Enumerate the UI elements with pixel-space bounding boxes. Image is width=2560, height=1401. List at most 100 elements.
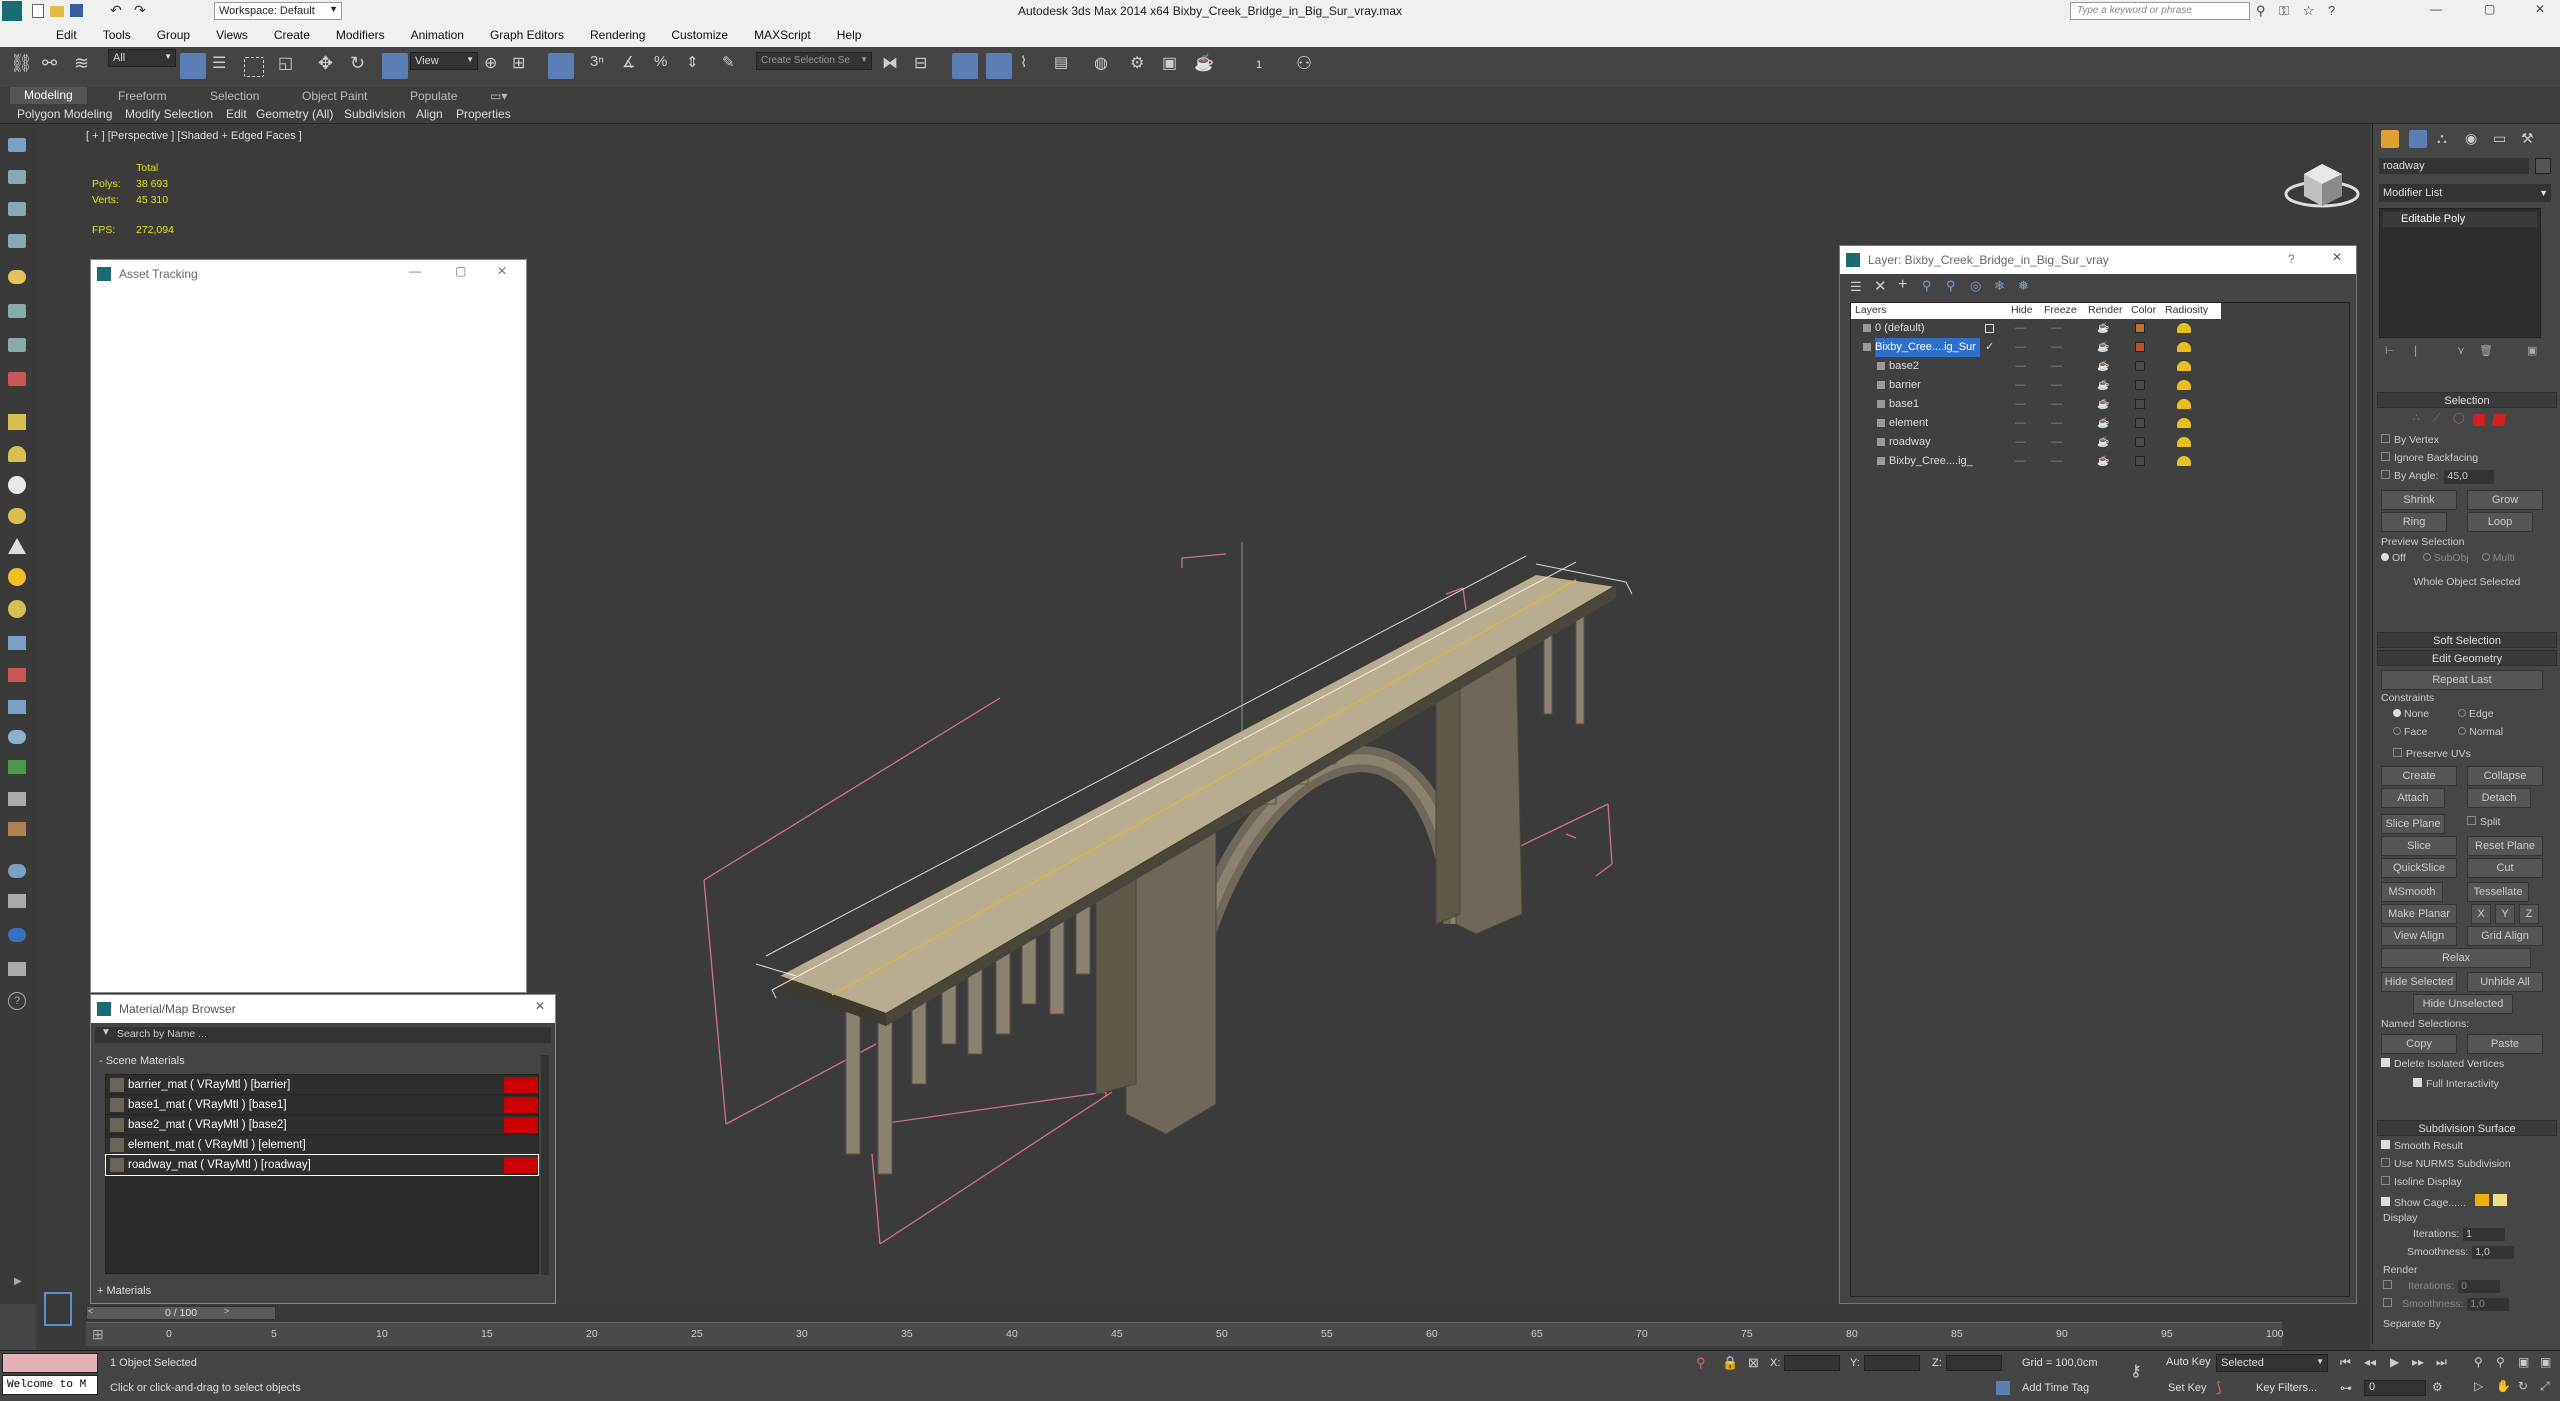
hide-toggle[interactable]: — (2015, 452, 2026, 471)
new-icon[interactable] (32, 4, 44, 18)
render-teapot-icon[interactable]: ☕ (2097, 357, 2109, 376)
tool-icon-18[interactable] (8, 700, 26, 714)
select-by-name-icon[interactable]: ☰ (212, 53, 238, 79)
radio-none[interactable] (2393, 709, 2401, 717)
material-list-item[interactable]: base2_mat ( VRayMtl ) [base2] (106, 1115, 538, 1135)
select-in-layer-icon[interactable]: ⚲ (1922, 278, 1932, 294)
object-name-field[interactable]: roadway (2379, 158, 2529, 174)
angle-snap-icon[interactable]: ∡ (622, 53, 648, 79)
selection-filter-dropdown[interactable]: All ▼ (108, 49, 176, 67)
show-end-result-icon[interactable]: ❘ (2411, 344, 2420, 357)
material-list-item[interactable]: element_mat ( VRayMtl ) [element] (106, 1135, 538, 1155)
freeze-toggle[interactable]: — (2051, 433, 2062, 452)
isolate-icon[interactable]: ⚲ (1696, 1355, 1706, 1371)
loop-button[interactable]: Loop (2467, 512, 2533, 532)
tool-icon-22[interactable] (8, 822, 26, 836)
help-circle-icon[interactable]: ? (8, 992, 26, 1010)
pyramid-icon[interactable] (8, 538, 26, 554)
percent-snap-icon[interactable]: % (654, 53, 680, 79)
vertex-icon[interactable]: ∴ (2413, 412, 2420, 424)
tool-icon-16[interactable] (8, 636, 26, 650)
key-icon[interactable]: ⚷ (2130, 1361, 2142, 1381)
col-layers[interactable]: Layers (1855, 304, 1887, 316)
delete-isolated-checkbox[interactable] (2381, 1058, 2390, 1067)
selection-rollout-title[interactable]: Selection (2377, 392, 2557, 408)
ribbon-options-icon[interactable]: ▭▾ (490, 89, 507, 103)
freeze-toggle[interactable]: — (2051, 376, 2062, 395)
active-layer-checkbox[interactable] (1985, 324, 1994, 333)
undo-icon[interactable]: ↶ (110, 2, 122, 19)
orbit-icon[interactable]: ↻ (2518, 1379, 2528, 1393)
layer-row[interactable]: element — — ☕ (1851, 414, 2221, 433)
next-frame-icon[interactable]: ▸▸ (2412, 1355, 2424, 1369)
pivot-icon[interactable]: ⊕ (484, 53, 510, 79)
snap-icon[interactable]: 3ⁿ (590, 53, 616, 79)
star-icon[interactable]: ☆ (2303, 3, 2315, 18)
render-setup-icon[interactable]: ⚙ (1130, 53, 1156, 79)
add-layer-icon[interactable]: + (1898, 276, 1907, 294)
create-tab-icon[interactable] (2381, 130, 2399, 148)
layer-name[interactable]: Bixby_Cree....ig_ (1889, 452, 1973, 471)
grow-button[interactable]: Grow (2467, 490, 2543, 510)
select-object-icon[interactable] (180, 53, 206, 79)
tube-icon[interactable] (8, 600, 26, 618)
tool-icon-17[interactable] (8, 668, 26, 682)
planar-y-button[interactable]: Y (2495, 904, 2515, 924)
tool-icon-5[interactable] (8, 270, 26, 284)
search-box[interactable]: Type a keyword or phrase (2070, 2, 2250, 20)
edit-named-sel-icon[interactable]: ✎ (722, 53, 748, 79)
time-slider[interactable]: 0 / 100 (86, 1306, 276, 1320)
edge-icon[interactable]: ⟋ (2433, 412, 2440, 425)
render-production-icon[interactable]: ☕ (1194, 53, 1220, 79)
remove-modifier-icon[interactable]: 🗑 (2479, 344, 2493, 357)
panel-edit[interactable]: Edit (226, 107, 247, 121)
highlight-layer-icon[interactable]: ⚲ (1946, 278, 1956, 294)
shrink-button[interactable]: Shrink (2381, 490, 2457, 510)
layer-name[interactable]: Bixby_Cree....ig_Sur (1875, 338, 1980, 357)
close-icon[interactable]: ✕ (2332, 250, 2342, 264)
planar-x-button[interactable]: X (2471, 904, 2491, 924)
rectangular-selection-icon[interactable] (244, 57, 264, 77)
layer-row[interactable]: base1 — — ☕ (1851, 395, 2221, 414)
attach-button[interactable]: Attach (2381, 788, 2445, 808)
freeze-toggle[interactable]: — (2051, 414, 2062, 433)
selection-lock-icon[interactable]: 🔒 (1722, 1355, 1738, 1371)
menu-item-views[interactable]: Views (216, 28, 248, 42)
y-coordinate-field[interactable] (1864, 1355, 1920, 1371)
radio-off[interactable] (2381, 553, 2389, 561)
tool-icon-4[interactable] (8, 234, 26, 248)
render-teapot-icon[interactable]: ☕ (2097, 338, 2109, 357)
hide-toggle[interactable]: — (2015, 357, 2026, 376)
radiosity-icon[interactable] (2177, 399, 2191, 409)
freeze-toggle[interactable]: — (2051, 395, 2062, 414)
auto-key-button[interactable]: Auto Key (2166, 1356, 2211, 1368)
radio-face[interactable] (2393, 727, 2401, 735)
maximize-viewport-icon[interactable]: ⤢ (2540, 1379, 2550, 1394)
tool-icon-3[interactable] (8, 202, 26, 216)
layer-row[interactable]: roadway — — ☕ (1851, 433, 2221, 452)
hide-all-icon[interactable]: ◎ (1970, 278, 1981, 294)
layer-name[interactable]: barrier (1889, 376, 1921, 395)
menu-item-modifiers[interactable]: Modifiers (336, 28, 385, 42)
object-color-swatch[interactable] (2535, 158, 2551, 174)
z-coordinate-field[interactable] (1946, 1355, 2002, 1371)
bind-space-warp-icon[interactable]: ≋ (74, 53, 100, 79)
radiosity-icon[interactable] (2177, 380, 2191, 390)
panel-subdivision[interactable]: Subdivision (344, 107, 405, 121)
pin-stack-icon[interactable]: ⊢ (2385, 344, 2395, 357)
menu-item-customize[interactable]: Customize (671, 28, 728, 42)
hide-toggle[interactable]: — (2015, 338, 2026, 357)
quickslice-button[interactable]: QuickSlice (2381, 858, 2457, 878)
layer-settings-icon[interactable]: ❅ (2018, 278, 2029, 294)
move-icon[interactable]: ✥ (318, 53, 344, 79)
zoom-all-icon[interactable]: ⚲ (2496, 1355, 2505, 1369)
key-filters-button[interactable]: Key Filters... (2256, 1382, 2317, 1394)
tool-icon-19[interactable] (8, 730, 26, 744)
element-icon[interactable] (2491, 414, 2507, 426)
menu-item-tools[interactable]: Tools (103, 28, 131, 42)
hide-selected-button[interactable]: Hide Selected (2381, 972, 2457, 992)
detach-button[interactable]: Detach (2467, 788, 2531, 808)
go-to-end-icon[interactable]: ⏭ (2436, 1355, 2447, 1370)
radiosity-icon[interactable] (2177, 456, 2191, 466)
go-to-start-icon[interactable]: ⏮ (2340, 1355, 2351, 1370)
